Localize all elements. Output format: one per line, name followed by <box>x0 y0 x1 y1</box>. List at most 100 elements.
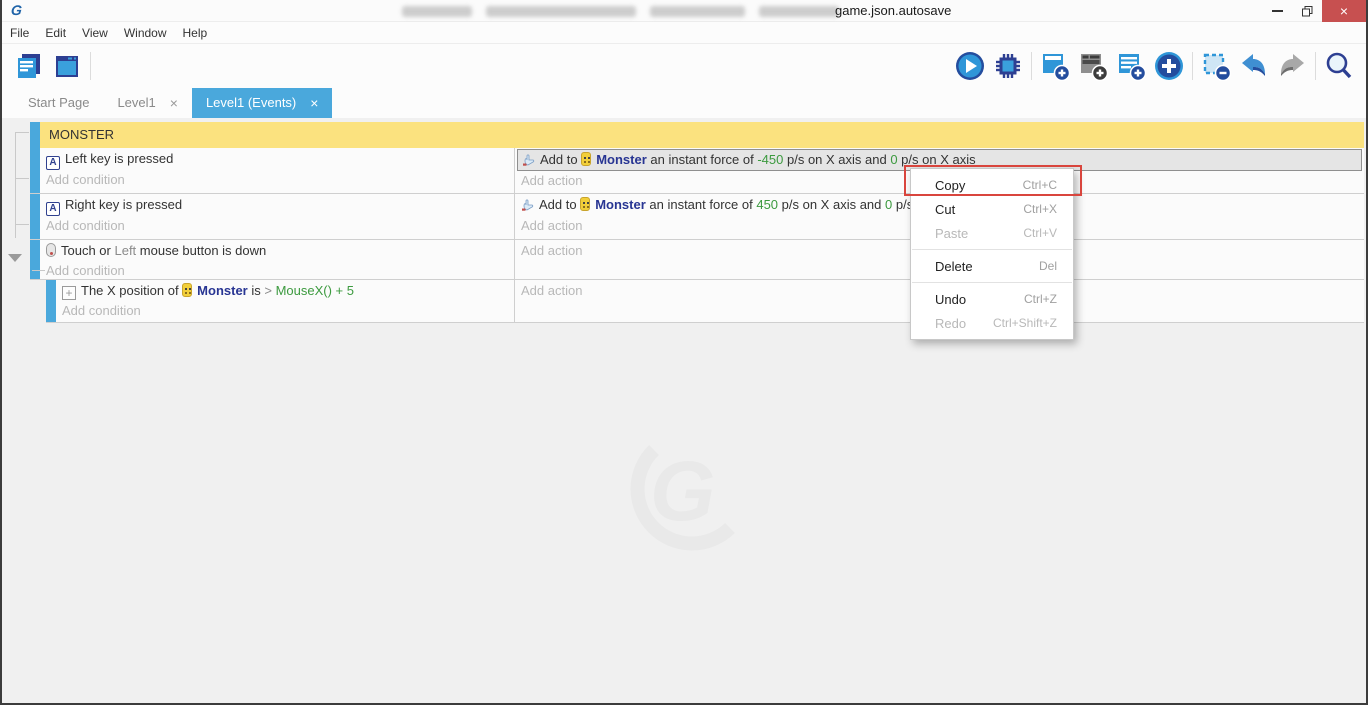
add-condition-link[interactable]: Add condition <box>56 301 514 321</box>
menu-separator <box>912 249 1072 250</box>
menu-item-shortcut: Ctrl+Shift+Z <box>993 316 1057 330</box>
condition-text: Touch or <box>61 243 114 258</box>
menu-item-label: Undo <box>935 292 966 307</box>
conditions-cell[interactable]: A Right key is pressed Add condition <box>40 194 514 239</box>
collapse-arrow-icon[interactable] <box>8 254 22 262</box>
tab-start-page[interactable]: Start Page <box>14 88 103 118</box>
close-button[interactable]: × <box>1322 0 1366 22</box>
action-value: 450 <box>756 197 778 212</box>
search-button[interactable] <box>1320 47 1358 85</box>
condition-text: mouse button is down <box>136 243 266 258</box>
tab-label: Level1 <box>117 88 155 118</box>
event-selection-bar <box>30 122 40 148</box>
add-condition-link[interactable]: Add condition <box>40 261 514 279</box>
event-selection-bar <box>46 280 56 322</box>
context-menu: Copy Ctrl+C Cut Ctrl+X Paste Ctrl+V Dele… <box>910 168 1074 340</box>
comment-row[interactable]: MONSTER <box>30 122 1364 148</box>
condition-text: The X position of <box>81 283 182 298</box>
add-subevent-button[interactable] <box>1074 47 1112 85</box>
context-menu-item-cut[interactable]: Cut Ctrl+X <box>911 197 1073 221</box>
event-row[interactable]: Touch or Left mouse button is down Add c… <box>30 240 1364 280</box>
add-condition-link[interactable]: Add condition <box>40 170 514 190</box>
mouse-icon <box>46 243 56 257</box>
monster-object-icon <box>580 197 590 211</box>
restore-button[interactable] <box>1292 0 1322 22</box>
add-comment-icon <box>1115 50 1147 82</box>
add-event-icon <box>1039 50 1071 82</box>
app-window: G game.json.autosave × File Edit View W <box>0 0 1368 705</box>
action-text: an instant force of <box>646 197 757 212</box>
conditions-cell[interactable]: ALeft key is pressed Add condition <box>40 148 514 193</box>
force-icon <box>522 153 535 166</box>
tree-line <box>32 270 45 271</box>
svg-text:G: G <box>650 444 715 538</box>
menu-window[interactable]: Window <box>124 22 177 44</box>
context-menu-item-delete[interactable]: Delete Del <box>911 254 1073 278</box>
action-text: Add to <box>540 152 581 167</box>
undo-icon <box>1238 50 1270 82</box>
menu-file[interactable]: File <box>10 22 39 44</box>
play-icon <box>954 50 986 82</box>
add-subevent-icon <box>1077 50 1109 82</box>
action-text: an instant force of <box>647 152 758 167</box>
tab-level1-events[interactable]: Level1 (Events) × <box>192 88 333 118</box>
context-menu-item-undo[interactable]: Undo Ctrl+Z <box>911 287 1073 311</box>
play-button[interactable] <box>951 47 989 85</box>
redo-button[interactable] <box>1273 47 1311 85</box>
position-icon: + <box>62 286 76 300</box>
context-menu-item-paste[interactable]: Paste Ctrl+V <box>911 221 1073 245</box>
debug-button[interactable] <box>989 47 1027 85</box>
context-menu-item-copy[interactable]: Copy Ctrl+C <box>911 173 1073 197</box>
menu-edit[interactable]: Edit <box>45 22 76 44</box>
action-value: 0 <box>890 152 897 167</box>
add-comment-button[interactable] <box>1112 47 1150 85</box>
event-row[interactable]: A Right key is pressed Add condition Add … <box>30 194 1364 240</box>
context-menu-item-redo[interactable]: Redo Ctrl+Shift+Z <box>911 311 1073 335</box>
event-selection-bar <box>30 240 40 279</box>
tab-bar: Start Page Level1 × Level1 (Events) × <box>2 88 1366 118</box>
sub-event-row[interactable]: +The X position of Monster is > MouseX()… <box>46 280 1364 323</box>
menu-item-label: Paste <box>935 226 968 241</box>
event-row[interactable]: ALeft key is pressed Add condition Add t… <box>30 148 1364 194</box>
toolbar-separator <box>1192 52 1193 80</box>
toolbar-separator <box>1315 52 1316 80</box>
add-condition-link[interactable]: Add condition <box>40 216 514 236</box>
conditions-cell[interactable]: Touch or Left mouse button is down Add c… <box>40 240 514 279</box>
conditions-cell[interactable]: +The X position of Monster is > MouseX()… <box>56 280 514 322</box>
menu-view[interactable]: View <box>82 22 118 44</box>
condition-text: is <box>248 283 265 298</box>
tree-line <box>15 224 29 225</box>
menu-bar: File Edit View Window Help <box>2 22 1366 44</box>
action-text: p/s on X axis and <box>778 197 885 212</box>
keyboard-key-icon: A <box>46 202 60 216</box>
minimize-button[interactable] <box>1262 0 1292 22</box>
menu-item-label: Redo <box>935 316 966 331</box>
menu-item-label: Cut <box>935 202 955 217</box>
tab-close-icon[interactable]: × <box>310 88 318 118</box>
action-text: p/s on X axis and <box>783 152 890 167</box>
tab-label: Level1 (Events) <box>206 88 296 118</box>
title-bar: G game.json.autosave × <box>2 0 1366 22</box>
redo-icon <box>1276 50 1308 82</box>
tab-label: Start Page <box>28 88 89 118</box>
condition-text: Right key is pressed <box>65 197 182 212</box>
tab-level1[interactable]: Level1 × <box>103 88 192 118</box>
menu-item-shortcut: Ctrl+Z <box>1024 292 1057 306</box>
action-value: -450 <box>757 152 783 167</box>
project-manager-icon <box>14 51 44 81</box>
add-event-button[interactable] <box>1036 47 1074 85</box>
remove-selection-icon <box>1200 50 1232 82</box>
undo-button[interactable] <box>1235 47 1273 85</box>
menu-item-shortcut: Ctrl+V <box>1023 226 1057 240</box>
menu-item-label: Delete <box>935 259 973 274</box>
scene-editor-button[interactable] <box>48 47 86 85</box>
tab-close-icon[interactable]: × <box>170 88 178 118</box>
keyboard-key-icon: A <box>46 156 60 170</box>
toolbar-separator <box>90 52 91 80</box>
add-new-button[interactable] <box>1150 47 1188 85</box>
project-manager-button[interactable] <box>10 47 48 85</box>
remove-selection-button[interactable] <box>1197 47 1235 85</box>
menu-help[interactable]: Help <box>183 22 218 44</box>
force-icon <box>521 198 534 211</box>
tree-line <box>15 178 29 179</box>
